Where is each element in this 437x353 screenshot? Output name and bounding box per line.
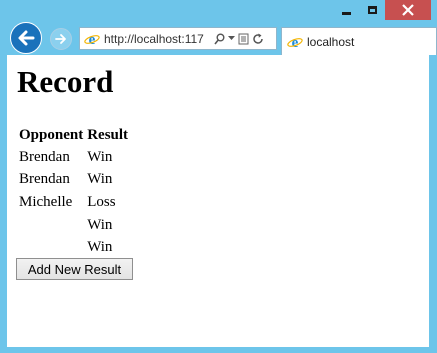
opponent-cell: Michelle xyxy=(19,193,73,210)
search-icon[interactable] xyxy=(214,33,225,45)
window-caption-buttons xyxy=(333,0,431,21)
result-cell: Win xyxy=(87,148,113,165)
address-url[interactable]: http://localhost:117 xyxy=(104,32,212,46)
address-tools xyxy=(214,33,264,45)
back-button[interactable] xyxy=(10,22,42,54)
navigation-bar: e http://localhost:117 e localhost xyxy=(0,21,437,55)
svg-text:e: e xyxy=(89,32,96,47)
table-row: Win xyxy=(17,214,130,237)
maximize-icon xyxy=(367,6,377,14)
tab-localhost[interactable]: e localhost xyxy=(281,27,437,55)
result-cell: Win xyxy=(87,239,113,256)
svg-text:e: e xyxy=(292,35,299,50)
opponent-cell xyxy=(17,214,85,237)
browser-window: e http://localhost:117 e localhost Recor… xyxy=(0,0,437,353)
table-row: Brendan Win xyxy=(17,169,130,192)
opponent-cell: Brendan xyxy=(19,148,70,165)
address-bar[interactable]: e http://localhost:117 xyxy=(79,27,277,50)
forward-arrow-icon xyxy=(55,34,66,44)
close-button[interactable] xyxy=(385,0,431,20)
header-opponent: Opponent xyxy=(19,126,84,143)
record-table: Opponent Result Brendan Win Brendan Win … xyxy=(17,124,130,259)
minimize-icon xyxy=(341,11,351,15)
page-title: Record xyxy=(17,64,114,99)
page-content: Record Opponent Result Brendan Win Brend… xyxy=(7,55,429,347)
table-row: Win xyxy=(17,236,130,259)
ie-logo-icon: e xyxy=(84,32,100,47)
result-cell: Loss xyxy=(87,193,116,210)
forward-button[interactable] xyxy=(50,28,72,50)
chevron-down-icon[interactable] xyxy=(228,36,235,41)
back-arrow-icon xyxy=(18,30,35,46)
opponent-cell xyxy=(17,236,85,259)
table-header-row: Opponent Result xyxy=(17,124,130,146)
add-new-result-button[interactable]: Add New Result xyxy=(16,258,133,280)
refresh-icon[interactable] xyxy=(252,33,264,45)
ie-logo-icon: e xyxy=(287,35,303,50)
table-row: Michelle Loss xyxy=(17,191,130,214)
result-cell: Win xyxy=(87,216,113,233)
compatibility-view-icon[interactable] xyxy=(238,33,249,45)
result-cell: Win xyxy=(87,171,113,188)
minimize-button[interactable] xyxy=(333,0,359,20)
header-result: Result xyxy=(87,126,129,143)
maximize-button[interactable] xyxy=(359,0,385,20)
table-row: Brendan Win xyxy=(17,146,130,169)
tab-title: localhost xyxy=(307,34,355,49)
close-icon xyxy=(402,4,414,16)
opponent-cell: Brendan xyxy=(19,171,70,188)
